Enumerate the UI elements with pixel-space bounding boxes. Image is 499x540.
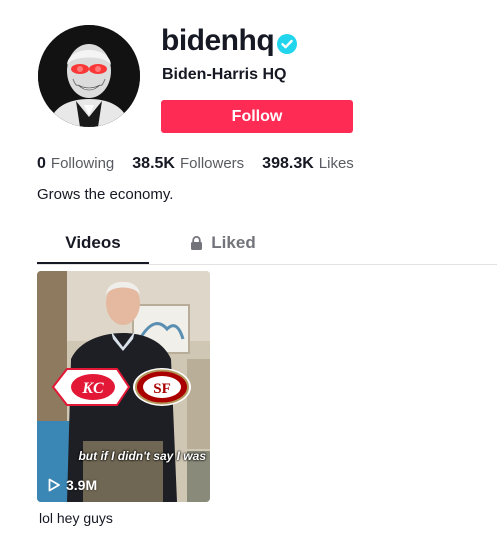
following-label: Following (50, 155, 115, 172)
follow-button[interactable]: Follow (161, 100, 353, 133)
profile-username: bidenhq (161, 24, 275, 57)
lock-icon (191, 236, 203, 250)
profile-avatar[interactable] (38, 25, 140, 127)
tab-videos-label: Videos (65, 233, 121, 252)
likes-count: 398.3K (262, 155, 314, 172)
tab-liked[interactable]: Liked (167, 224, 279, 262)
followers-count: 38.5K (132, 155, 175, 172)
following-stat[interactable]: 0 Following (37, 155, 114, 173)
svg-text:SF: SF (153, 381, 171, 397)
profile-stats: 0 Following 38.5K Followers 398.3K Likes (37, 155, 372, 173)
play-icon (48, 478, 60, 492)
svg-text:KC: KC (81, 380, 104, 397)
video-view-count: 3.9M (47, 477, 97, 493)
likes-label: Likes (318, 155, 354, 172)
profile-bio: Grows the economy. (37, 186, 174, 203)
video-overlay-caption: but if I didn't say I was (78, 449, 206, 463)
likes-stat: 398.3K Likes (262, 155, 354, 173)
profile-display-name: Biden-Harris HQ (162, 66, 287, 83)
profile-tabs: Videos Liked (37, 224, 497, 265)
verified-check-icon (276, 33, 298, 55)
tab-videos[interactable]: Videos (37, 224, 149, 264)
followers-label: Followers (179, 155, 245, 172)
video-thumbnail-image: KC SF (37, 271, 210, 502)
video-thumbnail[interactable]: KC SF but if I didn't say I was 3.9M (37, 271, 210, 502)
following-count: 0 (37, 155, 46, 172)
tab-liked-label: Liked (211, 233, 256, 252)
followers-stat[interactable]: 38.5K Followers (132, 155, 244, 173)
video-description[interactable]: lol hey guys (39, 510, 113, 526)
video-views-label: 3.9M (66, 477, 98, 493)
